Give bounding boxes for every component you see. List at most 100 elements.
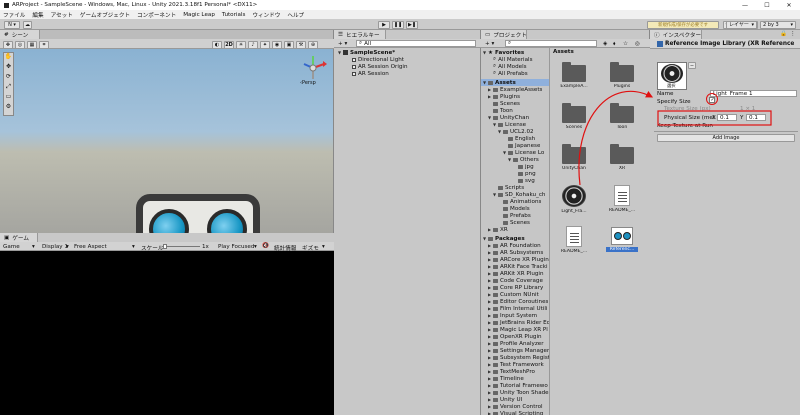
package-row[interactable]: ▶ Magic Leap XR Pl [488, 326, 548, 333]
asset-folder-row[interactable]: ▶ ExampleAssets [488, 86, 542, 93]
asset-folder-row[interactable]: ▼ License [493, 121, 526, 128]
effects-icon[interactable]: ✦ [260, 40, 270, 49]
package-row[interactable]: ▶ AR Foundation [488, 242, 541, 249]
package-row[interactable]: ▶ ARKit Face Tracki [488, 263, 548, 270]
audio-icon[interactable]: ♪ [248, 40, 258, 49]
hierarchy-item[interactable]: Directional Light [352, 56, 404, 63]
notice-banner[interactable]: 新規作成/保存が必要です [647, 20, 719, 29]
step-button[interactable]: ▶❚ [406, 20, 418, 29]
package-row[interactable]: ▶ Profile Analyzer [488, 340, 544, 347]
scale-slider-handle[interactable] [163, 244, 167, 249]
asset-folder-row[interactable]: Models [498, 205, 530, 212]
game-viewport[interactable] [0, 251, 334, 415]
package-row[interactable]: ▶ Timeline [488, 375, 524, 382]
asset-folder-row[interactable]: ▼ Others [508, 156, 539, 163]
package-row[interactable]: ▶ Unity Toon Shade [488, 389, 549, 396]
asset-folder-row[interactable]: svg [513, 177, 535, 184]
asset-folder-row[interactable]: Prefabs [498, 212, 531, 219]
tab-hierarchy[interactable]: ☰ ヒエラルキー [334, 30, 386, 39]
package-row[interactable]: ▶ Custom NUnit [488, 291, 539, 298]
asset-folder-row[interactable]: ▼ SD_Kohaku_ch [493, 191, 545, 198]
2d-toggle[interactable]: 2D [224, 40, 234, 49]
tab-inspector[interactable]: ⓘ インスペクター [650, 30, 702, 39]
rect-tool-icon[interactable]: ▭ [6, 93, 12, 103]
packages-header[interactable]: ▼ Packages [483, 235, 525, 242]
grid-icon[interactable]: ▦ [27, 40, 37, 49]
package-row[interactable]: ▶ ARCore XR Plugin [488, 256, 549, 263]
create-asset-button[interactable]: + ▾ [485, 41, 494, 47]
favorite-item[interactable]: ⌕ All Materials [493, 56, 533, 63]
package-row[interactable]: ▶ Visual Scripting [488, 410, 543, 415]
asset-tile[interactable]: XR [606, 144, 638, 171]
package-row[interactable]: ▶ OpenXR Plugin [488, 333, 542, 340]
package-row[interactable]: ▶ JetBrains Rider Ec [488, 319, 549, 326]
image-thumbnail[interactable]: 選択 [657, 62, 687, 90]
add-object-button[interactable]: + ▾ [338, 41, 347, 47]
remove-image-button[interactable]: − [688, 62, 696, 69]
asset-folder-row[interactable]: ▶ Plugins [488, 93, 520, 100]
pivot-icon[interactable]: ◎ [15, 40, 25, 49]
asset-folder-row[interactable]: Scripts [493, 184, 524, 191]
name-field[interactable]: Light_Frame 1 [710, 90, 797, 97]
favorite-star-icon[interactable]: ☆ [623, 41, 628, 47]
asset-tile[interactable]: UnityChan [558, 144, 590, 171]
layers-dropdown[interactable]: レイヤー ▾ [726, 20, 757, 29]
tab-scene[interactable]: # シーン [0, 30, 40, 39]
hierarchy-item[interactable]: AR Session [352, 70, 389, 77]
asset-folder-row[interactable]: Scenes [488, 100, 520, 107]
physical-x-input[interactable]: 0.1 [717, 114, 737, 121]
lock-icon[interactable]: 🔒 [780, 31, 787, 37]
project-search-input[interactable]: ⌕ [505, 40, 597, 47]
asset-folder-row[interactable]: png [513, 170, 536, 177]
maximize-button[interactable]: ☐ [756, 0, 778, 10]
package-row[interactable]: ▶ Input System [488, 312, 537, 319]
persp-label[interactable]: ‹Persp [300, 80, 316, 86]
asset-tile[interactable]: ExampleA... [558, 62, 590, 89]
close-button[interactable]: ✕ [778, 0, 800, 10]
menu-component[interactable]: コンポーネント [137, 11, 176, 19]
asset-tile[interactable]: Toon [606, 103, 638, 130]
game-mode-dropdown[interactable]: Game [3, 244, 20, 250]
package-row[interactable]: ▶ Code Coverage [488, 277, 543, 284]
move-tool-icon[interactable]: ✥ [6, 63, 11, 73]
asset-folder-row[interactable]: ▼ UnityChan [488, 114, 529, 121]
shading-mode-icon[interactable]: ◐ [212, 40, 222, 49]
asset-folder-row[interactable]: jpg [513, 163, 534, 170]
gizmo-icon[interactable]: ⊕ [308, 40, 318, 49]
asset-path-breadcrumb[interactable]: Assets [553, 49, 574, 55]
package-row[interactable]: ▶ AR Subsystems [488, 249, 543, 256]
custom-tool-icon[interactable]: ⚙ [6, 103, 11, 113]
hand-tool-icon[interactable]: ✋ [5, 53, 12, 63]
hierarchy-item[interactable]: AR Session Origin [352, 63, 408, 70]
package-row[interactable]: ▶ Core RP Library [488, 284, 543, 291]
cloud-icon[interactable]: ☁ [23, 20, 32, 29]
mute-audio-icon[interactable]: 🔇 [262, 243, 269, 249]
scene-root-row[interactable]: ▼ SampleScene* [338, 49, 395, 56]
asset-tile[interactable]: Light_Fra... [558, 185, 590, 214]
scale-tool-icon[interactable]: ⤢ [6, 83, 11, 93]
package-row[interactable]: ▶ Film Internal Utili [488, 305, 547, 312]
asset-folder-row[interactable]: Toon [488, 107, 513, 114]
camera-icon[interactable]: ▣ [284, 40, 294, 49]
rotate-tool-icon[interactable]: ⟳ [6, 73, 11, 83]
filter-type-icon[interactable]: ◈ [603, 41, 607, 47]
favorite-item[interactable]: ⌕ All Prefabs [493, 70, 528, 77]
assets-header[interactable]: ▼ Assets [481, 79, 549, 86]
menu-window[interactable]: ウィンドウ [252, 11, 280, 19]
minimize-button[interactable]: — [734, 0, 756, 10]
hierarchy-search-input[interactable]: ⌕ All [356, 40, 476, 47]
aspect-dropdown[interactable]: Free Aspect [74, 244, 107, 250]
account-button[interactable]: N ▾ [4, 20, 20, 29]
asset-folder-row[interactable]: ▶ XR [488, 226, 508, 233]
menu-edit[interactable]: 編集 [32, 11, 43, 19]
asset-tile[interactable]: README_... [558, 226, 590, 254]
menu-tutorials[interactable]: Tutorials [222, 12, 245, 18]
physical-y-input[interactable]: 0.1 [746, 114, 766, 121]
layout-dropdown[interactable]: 2 by 3 ▾ [760, 20, 796, 29]
package-row[interactable]: ▶ TextMeshPro [488, 368, 535, 375]
display-dropdown[interactable]: Display 1 [42, 244, 68, 250]
visibility-icon[interactable]: ◉ [272, 40, 282, 49]
favorite-item[interactable]: ⌕ All Models [493, 63, 527, 70]
pause-button[interactable]: ❚❚ [392, 20, 404, 29]
menu-assets[interactable]: アセット [51, 11, 73, 19]
